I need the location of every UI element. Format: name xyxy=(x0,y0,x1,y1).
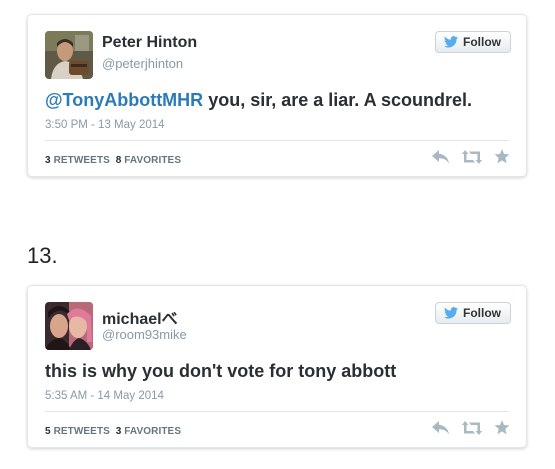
tweet-card: michaelべ @room93mike Follow this is why … xyxy=(27,285,527,448)
follow-label: Follow xyxy=(463,306,501,320)
follow-button[interactable]: Follow xyxy=(435,31,511,53)
retweet-stat-label: RETWEETS xyxy=(53,155,110,166)
retweet-count: 5 xyxy=(45,426,51,437)
tweet-actions xyxy=(432,420,510,435)
divider xyxy=(45,140,509,141)
favorite-stat[interactable]: 8 FAVORITES xyxy=(116,155,181,166)
user-handle[interactable]: @peterjhinton xyxy=(102,56,183,71)
twitter-bird-icon xyxy=(444,307,458,319)
favorite-stat-label: FAVORITES xyxy=(124,426,182,437)
retweet-stat[interactable]: 5 RETWEETS xyxy=(45,426,110,437)
twitter-bird-icon xyxy=(444,36,458,48)
mention-link[interactable]: @TonyAbbottMHR xyxy=(45,90,203,110)
avatar[interactable] xyxy=(45,31,93,79)
tweet-card: Peter Hinton @peterjhinton Follow @TonyA… xyxy=(27,14,527,177)
favorite-stat-label: FAVORITES xyxy=(124,155,182,166)
divider xyxy=(45,411,509,412)
timestamp-link[interactable]: 5:35 AM - 14 May 2014 xyxy=(45,390,164,402)
follow-label: Follow xyxy=(463,35,501,49)
star-icon[interactable] xyxy=(494,420,510,435)
retweet-stat-label: RETWEETS xyxy=(53,426,110,437)
retweet-stat[interactable]: 3 RETWEETS xyxy=(45,155,110,166)
retweet-icon[interactable] xyxy=(462,420,482,435)
tweet-actions xyxy=(432,149,510,164)
favorite-stat[interactable]: 3 FAVORITES xyxy=(116,426,181,437)
user-name[interactable]: Peter Hinton xyxy=(102,34,197,52)
retweet-count: 3 xyxy=(45,155,51,166)
avatar[interactable] xyxy=(45,302,93,350)
user-name[interactable]: michaelべ xyxy=(102,305,178,329)
tweet-body: you, sir, are a liar. A scoundrel. xyxy=(203,90,472,110)
user-handle[interactable]: @room93mike xyxy=(102,327,187,342)
tweet-text: this is why you don't vote for tony abbo… xyxy=(45,361,397,381)
favorite-count: 8 xyxy=(115,155,122,166)
reply-icon[interactable] xyxy=(432,149,450,164)
tweet-stats: 5 RETWEETS 3 FAVORITES xyxy=(45,426,181,437)
tweet-stats: 3 RETWEETS 8 FAVORITES xyxy=(45,155,181,166)
follow-button[interactable]: Follow xyxy=(435,302,511,324)
list-number: 13. xyxy=(27,243,58,268)
tweet-text: @TonyAbbottMHR you, sir, are a liar. A s… xyxy=(45,90,472,111)
star-icon[interactable] xyxy=(494,149,510,164)
timestamp-link[interactable]: 3:50 PM - 13 May 2014 xyxy=(45,119,165,131)
retweet-icon[interactable] xyxy=(462,149,482,164)
reply-icon[interactable] xyxy=(432,420,450,435)
favorite-count: 3 xyxy=(115,426,122,437)
